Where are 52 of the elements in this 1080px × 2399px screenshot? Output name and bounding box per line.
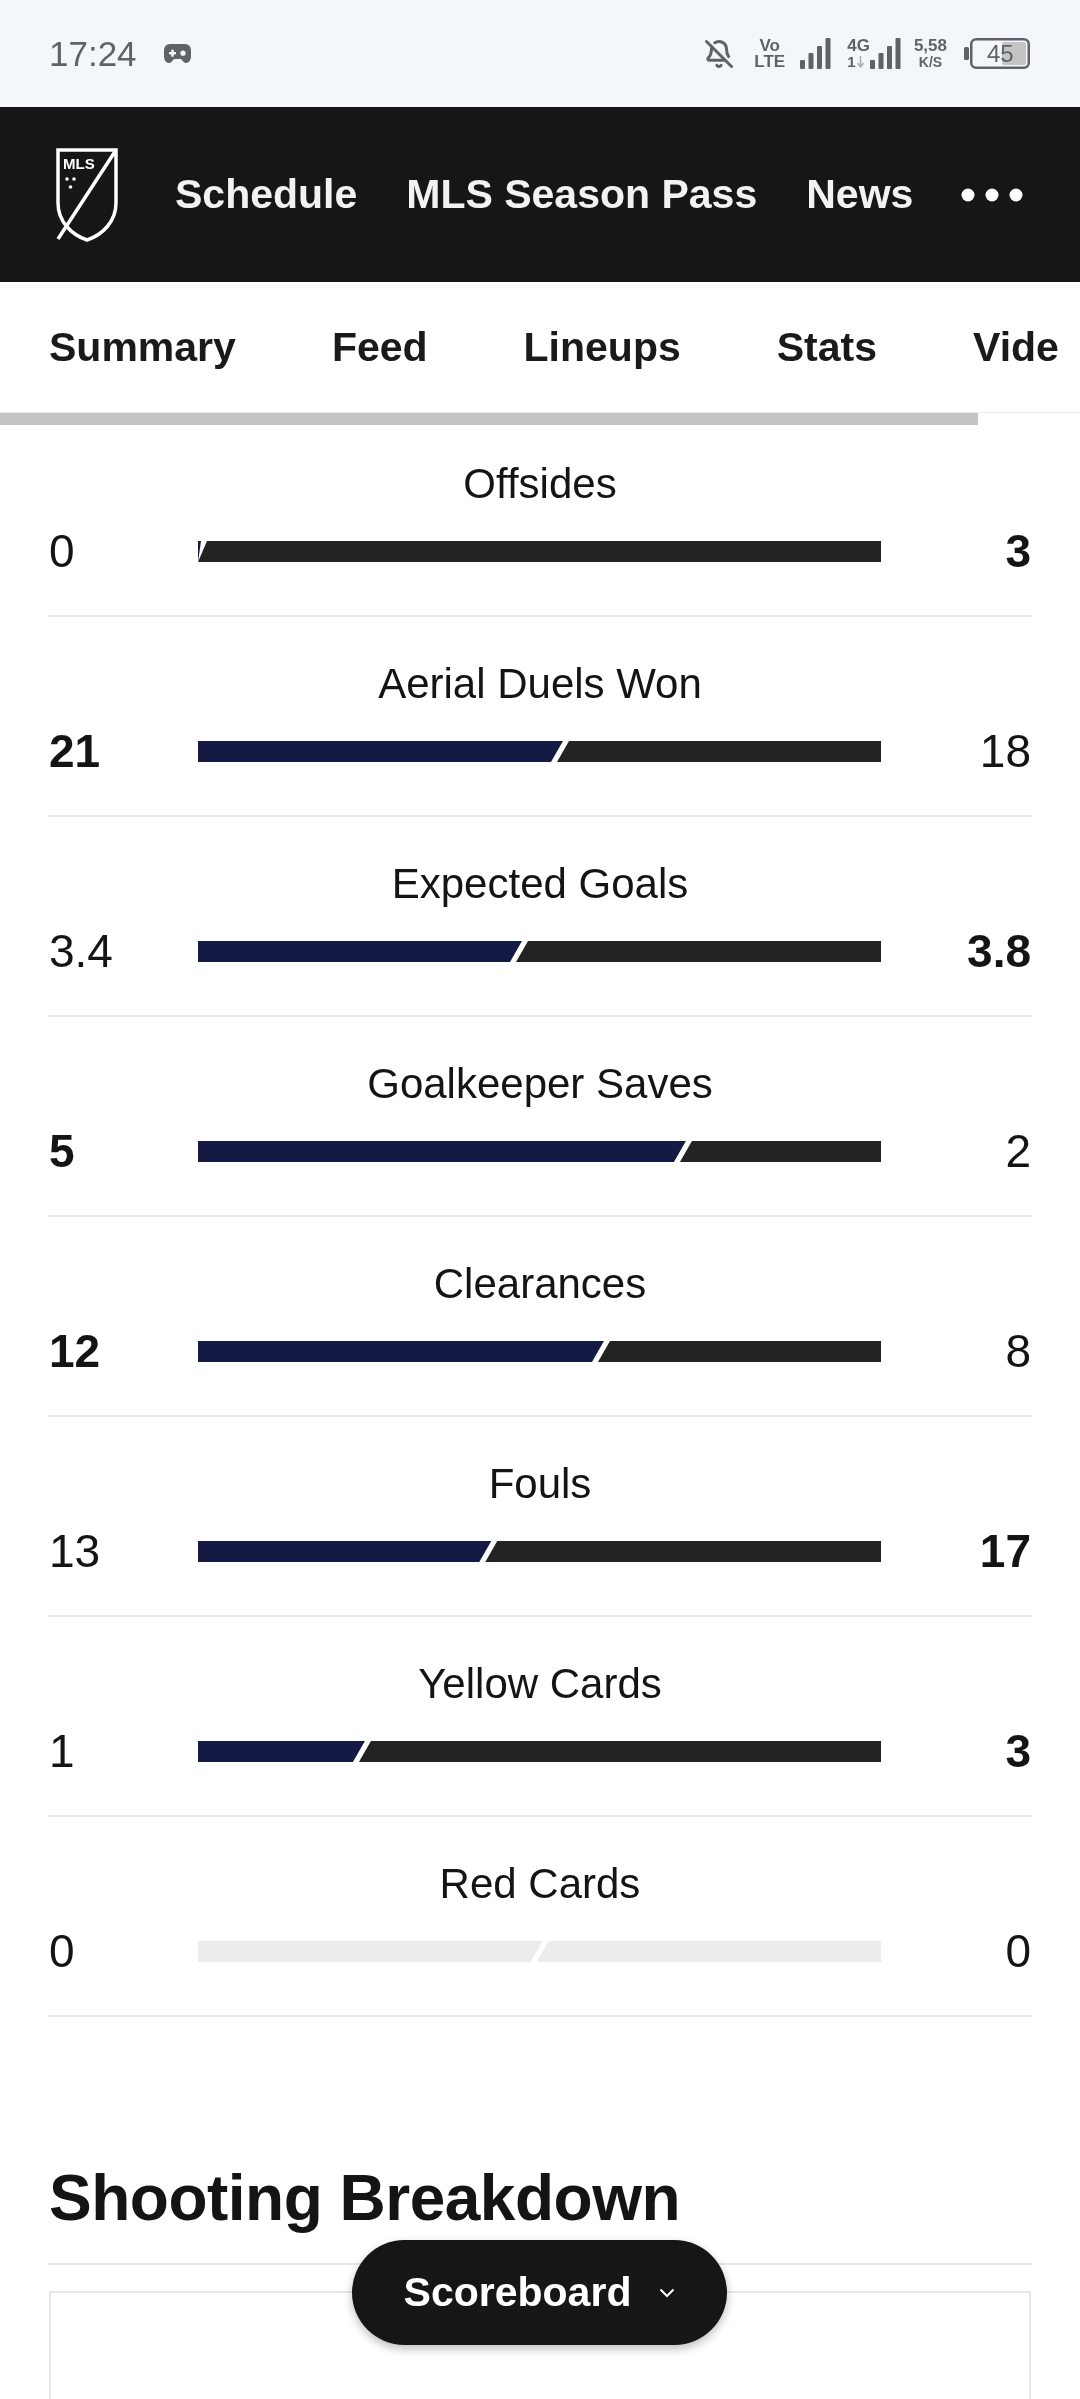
shield-logo[interactable]: MLS: [55, 146, 119, 243]
battery-percent: 45: [987, 42, 1014, 66]
network-type: 4G: [847, 37, 870, 54]
home-stat-value: 1: [49, 1725, 75, 1777]
tab[interactable]: Vide: [973, 326, 1059, 368]
away-stat-value: 8: [1005, 1325, 1031, 1377]
away-stat-value: 2: [1005, 1125, 1031, 1177]
stat-title: Fouls: [487, 1459, 593, 1509]
sim-number: 1: [847, 53, 856, 70]
away-stat-value: 3.8: [967, 925, 1031, 977]
away-stat-value: 0: [1005, 1925, 1031, 1977]
home-stat-value: 0: [49, 525, 75, 577]
stat-title: Red Cards: [438, 1859, 642, 1909]
home-stat-value: 12: [49, 1325, 101, 1377]
speed-unit: K/S: [918, 53, 943, 70]
network-speed: 5,58: [913, 37, 947, 54]
scrollbar-thumb[interactable]: [0, 413, 978, 425]
scoreboard-button[interactable]: Scoreboard: [352, 2240, 727, 2345]
tab[interactable]: Stats: [776, 326, 878, 368]
signal-icon: [869, 38, 901, 69]
more-icon[interactable]: [961, 187, 1024, 202]
home-stat-value: 5: [49, 1125, 75, 1177]
volte-label: Vo: [759, 37, 780, 54]
home-stat-value: 3.4: [49, 925, 113, 977]
nav-link[interactable]: Schedule: [175, 174, 358, 215]
battery-icon: [964, 38, 1030, 69]
nav-link[interactable]: MLS Season Pass: [406, 174, 758, 215]
gamepad-icon: [163, 44, 191, 63]
section-heading: Shooting Breakdown: [49, 2161, 681, 2236]
away-stat-value: 17: [979, 1525, 1031, 1577]
away-stat-value: 18: [979, 725, 1031, 777]
away-stat-value: 3: [1005, 1725, 1031, 1777]
stat-title: Offsides: [462, 459, 618, 509]
stat-title: Yellow Cards: [417, 1659, 663, 1709]
home-stat-value: 21: [49, 725, 101, 777]
tab[interactable]: Feed: [331, 326, 428, 368]
stat-title: Clearances: [432, 1259, 648, 1309]
away-stat-value: 3: [1005, 525, 1031, 577]
chevron-down-icon: [659, 2287, 676, 2298]
nav-link[interactable]: News: [806, 174, 914, 215]
bell-off-icon: [704, 38, 735, 69]
home-stat-value: 0: [49, 1925, 75, 1977]
home-stat-value: 13: [49, 1525, 101, 1577]
stat-title: Aerial Duels Won: [377, 659, 703, 709]
stat-title: Expected Goals: [390, 859, 690, 909]
volte-label: LTE: [754, 53, 786, 70]
signal-icon: [800, 38, 832, 69]
tab[interactable]: Lineups: [523, 326, 681, 368]
tab[interactable]: Summary: [49, 326, 236, 368]
stat-title: Goalkeeper Saves: [366, 1059, 714, 1109]
clock-time: 17:24: [49, 36, 137, 71]
arrow-down-icon: [856, 55, 864, 68]
